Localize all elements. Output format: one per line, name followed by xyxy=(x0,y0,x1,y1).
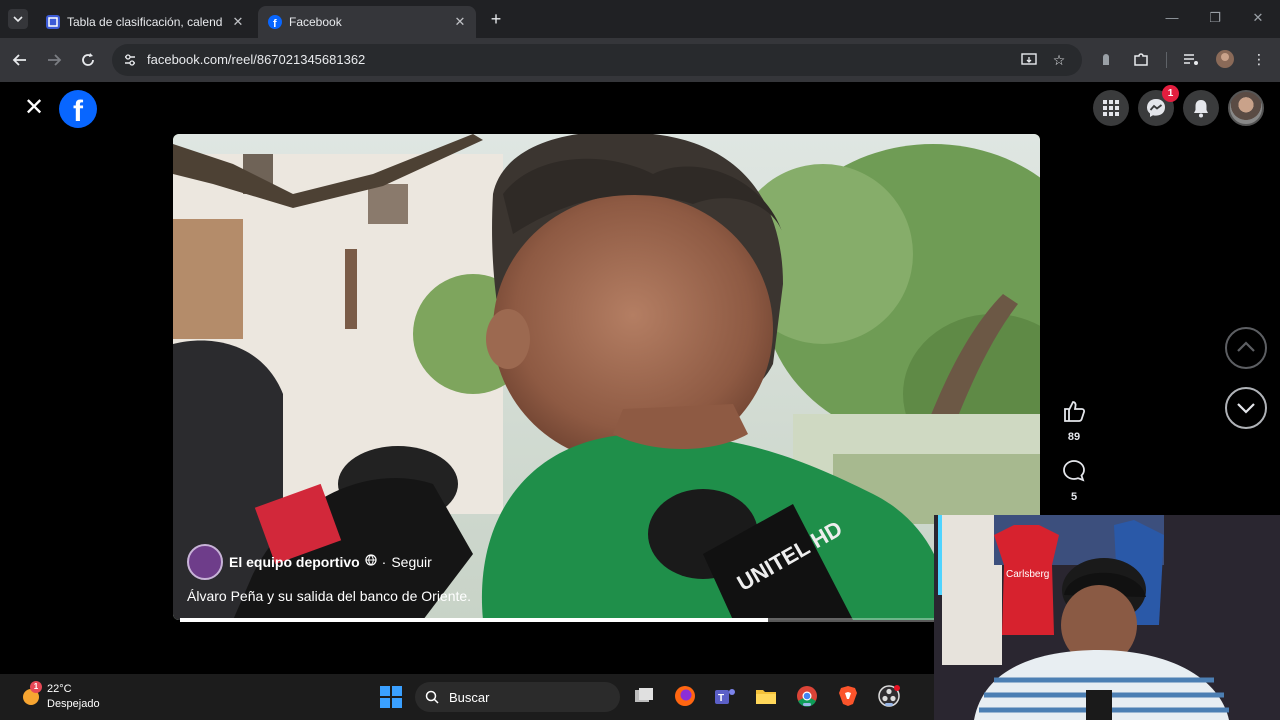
site-settings-icon[interactable] xyxy=(122,52,138,68)
webcam-feed: Carlsberg xyxy=(934,515,1280,720)
task-view-icon[interactable] xyxy=(632,684,656,708)
like-thumb-icon xyxy=(1064,401,1086,422)
tab-title: Tabla de clasificación, calendario xyxy=(67,15,222,29)
brave-icon[interactable] xyxy=(836,684,860,708)
taskbar-search[interactable]: Buscar xyxy=(415,682,620,712)
search-icon xyxy=(425,690,439,704)
weather-condition: Despejado xyxy=(47,698,100,710)
reel-caption: Álvaro Peña y su salida del banco de Ori… xyxy=(187,588,472,604)
account-avatar[interactable] xyxy=(1228,90,1264,126)
running-indicator xyxy=(885,703,893,706)
notifications-bell-icon[interactable] xyxy=(1183,90,1219,126)
minimize-icon[interactable]: — xyxy=(1164,10,1180,25)
file-explorer-icon[interactable] xyxy=(754,684,778,708)
profile-avatar-icon[interactable] xyxy=(1215,49,1235,69)
next-reel-button[interactable] xyxy=(1225,387,1267,429)
toolbar-divider xyxy=(1166,52,1167,68)
extensions-puzzle-icon[interactable] xyxy=(1131,49,1151,69)
close-window-icon[interactable]: ✕ xyxy=(1250,10,1266,26)
comment-action[interactable]: 5 xyxy=(1058,458,1090,503)
browser-toolbar: facebook.com/reel/867021345681362 ☆ ⋮ xyxy=(0,38,1280,82)
windows-start-icon[interactable] xyxy=(379,685,403,709)
comment-count: 5 xyxy=(1070,491,1078,503)
restore-icon[interactable]: ❐ xyxy=(1207,10,1223,26)
page-name[interactable]: El equipo deportivo xyxy=(229,554,360,570)
browser-menu-icon[interactable]: ⋮ xyxy=(1249,49,1269,69)
media-controls-icon[interactable] xyxy=(1181,49,1201,69)
reel-video[interactable]: UNITEL HD El equipo deportivo · Seguir Á… xyxy=(173,134,1040,620)
messenger-badge: 1 xyxy=(1162,85,1179,102)
search-label: Buscar xyxy=(449,690,490,705)
globe-icon xyxy=(365,553,377,571)
facebook-favicon-icon: f xyxy=(268,15,282,30)
comment-bubble-icon xyxy=(1063,460,1085,482)
svg-text:Carlsberg: Carlsberg xyxy=(1006,569,1049,580)
tab-facebook[interactable]: f Facebook ✕ xyxy=(258,6,476,38)
separator-dot: · xyxy=(381,554,387,570)
chevron-up-icon xyxy=(1237,341,1255,352)
tab-title: Facebook xyxy=(289,15,342,29)
teams-icon[interactable]: T xyxy=(713,684,737,708)
weather-badge: 1 xyxy=(30,681,42,693)
browser-tab-strip: Tabla de clasificación, calendario ✕ f F… xyxy=(0,0,1280,38)
svg-text:T: T xyxy=(718,693,724,704)
url-text: facebook.com/reel/867021345681362 xyxy=(147,52,366,67)
extension-icon[interactable] xyxy=(1096,49,1116,69)
chrome-icon[interactable] xyxy=(795,684,819,708)
site-favicon-icon xyxy=(46,15,60,29)
chevron-down-icon xyxy=(1237,403,1255,414)
follow-button[interactable]: Seguir xyxy=(391,554,431,570)
windows-taskbar: 1 22°C Despejado Buscar T xyxy=(0,674,934,720)
new-tab-button[interactable]: + xyxy=(486,9,506,29)
firefox-icon[interactable] xyxy=(673,684,697,708)
reel-author-row: El equipo deportivo · Seguir xyxy=(187,544,432,580)
video-progress-bar[interactable] xyxy=(180,618,1032,622)
close-tab-icon[interactable]: ✕ xyxy=(230,14,246,30)
svg-text:f: f xyxy=(273,18,277,29)
video-progress-fill xyxy=(180,618,768,622)
chevron-down-icon xyxy=(13,16,23,23)
weather-temperature: 22°C xyxy=(47,683,72,695)
tab-search-button[interactable] xyxy=(8,9,28,29)
forward-icon[interactable] xyxy=(42,48,66,72)
close-tab-icon[interactable]: ✕ xyxy=(452,14,468,30)
facebook-logo-icon[interactable]: f xyxy=(59,90,97,128)
like-count: 89 xyxy=(1067,431,1081,443)
tab-standings[interactable]: Tabla de clasificación, calendario ✕ xyxy=(36,6,254,38)
obs-studio-icon[interactable] xyxy=(877,684,901,708)
install-app-icon[interactable] xyxy=(1020,51,1038,69)
previous-reel-button[interactable] xyxy=(1225,327,1267,369)
address-bar[interactable]: facebook.com/reel/867021345681362 ☆ xyxy=(112,44,1082,76)
menu-grid-icon[interactable] xyxy=(1093,90,1129,126)
running-indicator xyxy=(803,703,811,706)
reload-icon[interactable] xyxy=(76,48,100,72)
bookmark-star-icon[interactable]: ☆ xyxy=(1050,51,1068,69)
like-action[interactable]: 89 xyxy=(1058,398,1090,443)
webcam-overlay: Carlsberg xyxy=(934,515,1280,720)
close-reel-icon[interactable]: ✕ xyxy=(22,96,46,120)
page-avatar[interactable] xyxy=(187,544,223,580)
back-icon[interactable] xyxy=(8,48,32,72)
